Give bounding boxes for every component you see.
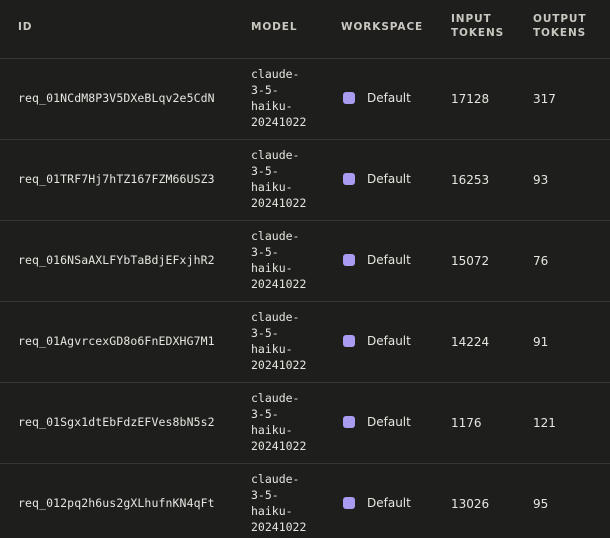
- workspace-color-icon: [343, 497, 355, 509]
- output-tokens: 91: [533, 335, 549, 349]
- column-header-model[interactable]: MODEL: [251, 20, 297, 34]
- output-tokens: 317: [533, 92, 556, 106]
- table-row[interactable]: req_01AgvrcexGD8o6FnEDXHG7M1 claude- 3-5…: [0, 302, 610, 383]
- workspace-cell: Default: [343, 172, 411, 186]
- table-header: ID MODEL WORKSPACE INPUT TOKENS OUTPUT T…: [0, 0, 610, 59]
- model-name: claude- 3-5- haiku- 20241022: [251, 391, 307, 453]
- request-id: req_016NSaAXLFYbTaBdjEFxjhR2: [18, 253, 215, 267]
- request-id: req_01NCdM8P3V5DXeBLqv2e5CdN: [18, 91, 215, 105]
- request-id: req_012pq2h6us2gXLhufnKN4qFt: [18, 496, 215, 510]
- workspace-color-icon: [343, 173, 355, 185]
- workspace-name: Default: [367, 415, 411, 429]
- model-name: claude- 3-5- haiku- 20241022: [251, 229, 307, 291]
- workspace-name: Default: [367, 334, 411, 348]
- column-header-id[interactable]: ID: [18, 20, 32, 34]
- output-tokens: 95: [533, 497, 549, 511]
- workspace-cell: Default: [343, 91, 411, 105]
- input-tokens: 17128: [451, 92, 490, 106]
- workspace-cell: Default: [343, 496, 411, 510]
- request-id: req_01AgvrcexGD8o6FnEDXHG7M1: [18, 334, 215, 348]
- workspace-name: Default: [367, 253, 411, 267]
- workspace-color-icon: [343, 92, 355, 104]
- model-name: claude- 3-5- haiku- 20241022: [251, 472, 307, 534]
- workspace-name: Default: [367, 91, 411, 105]
- workspace-name: Default: [367, 496, 411, 510]
- column-header-workspace[interactable]: WORKSPACE: [341, 20, 423, 34]
- column-header-input-tokens[interactable]: INPUT TOKENS: [451, 12, 511, 40]
- model-name: claude- 3-5- haiku- 20241022: [251, 67, 307, 129]
- input-tokens: 14224: [451, 335, 490, 349]
- workspace-color-icon: [343, 416, 355, 428]
- workspace-color-icon: [343, 335, 355, 347]
- model-name: claude- 3-5- haiku- 20241022: [251, 310, 307, 372]
- requests-table: ID MODEL WORKSPACE INPUT TOKENS OUTPUT T…: [0, 0, 610, 538]
- workspace-cell: Default: [343, 253, 411, 267]
- table-row[interactable]: req_01TRF7Hj7hTZ167FZM66USZ3 claude- 3-5…: [0, 140, 610, 221]
- table-row[interactable]: req_01Sgx1dtEbFdzEFVes8bN5s2 claude- 3-5…: [0, 383, 610, 464]
- output-tokens: 93: [533, 173, 549, 187]
- table-row[interactable]: req_016NSaAXLFYbTaBdjEFxjhR2 claude- 3-5…: [0, 221, 610, 302]
- table-row[interactable]: req_012pq2h6us2gXLhufnKN4qFt claude- 3-5…: [0, 464, 610, 538]
- input-tokens: 1176: [451, 416, 482, 430]
- input-tokens: 16253: [451, 173, 490, 187]
- request-id: req_01Sgx1dtEbFdzEFVes8bN5s2: [18, 415, 215, 429]
- table-row[interactable]: req_01NCdM8P3V5DXeBLqv2e5CdN claude- 3-5…: [0, 59, 610, 140]
- input-tokens: 13026: [451, 497, 490, 511]
- workspace-color-icon: [343, 254, 355, 266]
- column-header-output-tokens[interactable]: OUTPUT TOKENS: [533, 12, 593, 40]
- request-id: req_01TRF7Hj7hTZ167FZM66USZ3: [18, 172, 215, 186]
- workspace-name: Default: [367, 172, 411, 186]
- output-tokens: 121: [533, 416, 556, 430]
- input-tokens: 15072: [451, 254, 490, 268]
- output-tokens: 76: [533, 254, 549, 268]
- workspace-cell: Default: [343, 334, 411, 348]
- workspace-cell: Default: [343, 415, 411, 429]
- model-name: claude- 3-5- haiku- 20241022: [251, 148, 307, 210]
